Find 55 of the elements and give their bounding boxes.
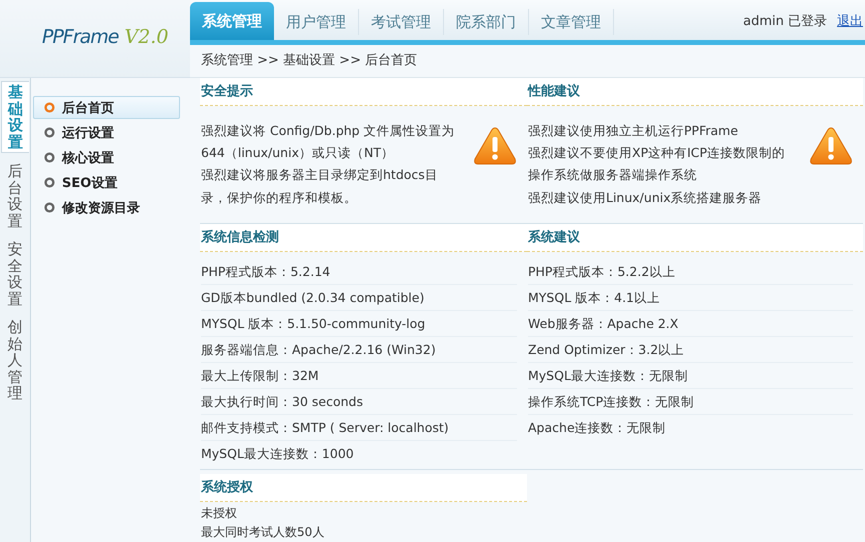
nav-tab[interactable]: 院系部门 [444,8,529,35]
notice-text: 644（linux/unix）或只读（NT） [201,144,395,162]
notice-text: 录，保护你的程序和模板。 [201,188,358,207]
breadcrumb: 系统管理 >> 基础设置 >> 后台首页 [201,52,418,68]
info-text: MYSQL 版本：5.1.50-community-log [201,316,426,331]
info-text: PHP程式版本：5.2.14 [201,264,330,279]
nav-tab[interactable]: 考试管理 [359,8,444,35]
menu-item[interactable]: 修改资源目录 [33,196,180,219]
bullet-icon [44,127,55,138]
warning-icon [473,126,517,166]
section-title: 性能建议 [527,78,863,106]
side-tab[interactable]: 后台设置 [2,161,28,231]
warning-icon [809,126,853,166]
info-text: GD版本bundled (2.0.34 compatible) [201,290,424,305]
info-text: MySQL最大连接数：1000 [201,446,354,461]
info-text: 服务器端信息：Apache/2.2.16 (Win32) [201,342,436,357]
menu-item[interactable]: 核心设置 [33,146,180,169]
info-text: MySQL最大连接数：无限制 [528,368,688,383]
license-text: 未授权 [201,505,238,522]
nav-tab[interactable]: 文章管理 [529,8,614,35]
notice-text: 强烈建议使用独立主机运行PPFrame [528,122,740,140]
logo-name: PPFrame [42,26,118,48]
info-text: 操作系统TCP连接数：无限制 [528,394,694,409]
side-tab[interactable]: 安全设置 [2,239,28,309]
license-text: 最大同时考试人数50人 [201,524,326,541]
info-text: Apache连接数：无限制 [528,420,666,435]
info-text: 邮件支持模式：SMTP ( Server: localhost) [201,420,449,435]
notice-text: 强烈建议不要使用XP这种有ICP连接数限制的 [528,144,786,162]
menu-item[interactable]: 运行设置 [33,121,180,144]
section-title: 系统建议 [527,224,863,252]
bullet-icon [44,177,55,188]
notice-text: 强烈建议将 Config/Db.php 文件属性设置为 [201,122,455,140]
notice-text: 强烈建议使用Linux/unix系统搭建服务器 [528,188,763,207]
section-title: 安全提示 [200,78,527,106]
side-tab[interactable]: 创始人管理 [2,317,28,404]
section-title: 系统授权 [200,474,527,502]
bullet-icon [44,102,55,113]
info-text: MYSQL 版本：4.1以上 [528,290,660,305]
info-text: 最大上传限制：32M [201,368,319,383]
logo-version: V2.0 [124,26,168,48]
nav-tab[interactable]: 用户管理 [274,8,359,35]
info-text: PHP程式版本：5.2.2以上 [528,264,676,279]
info-text: Web服务器：Apache 2.X [528,316,678,331]
logout-link[interactable]: 退出 [837,12,863,30]
bullet-icon [44,152,55,163]
notice-text: 强烈建议将服务器主目录绑定到htdocs目 [201,166,439,184]
menu-item[interactable]: 后台首页 [33,96,180,119]
menu-item[interactable]: SEO设置 [33,171,180,194]
bullet-icon [44,202,55,213]
section-title: 系统信息检测 [200,224,527,252]
login-status: admin 已登录 [743,13,827,30]
notice-text: 操作系统做服务器端操作系统 [528,166,698,184]
info-text: Zend Optimizer：3.2以上 [528,342,684,357]
info-text: 最大执行时间：30 seconds [201,394,363,409]
side-tab[interactable]: 基础设置 [1,81,29,153]
